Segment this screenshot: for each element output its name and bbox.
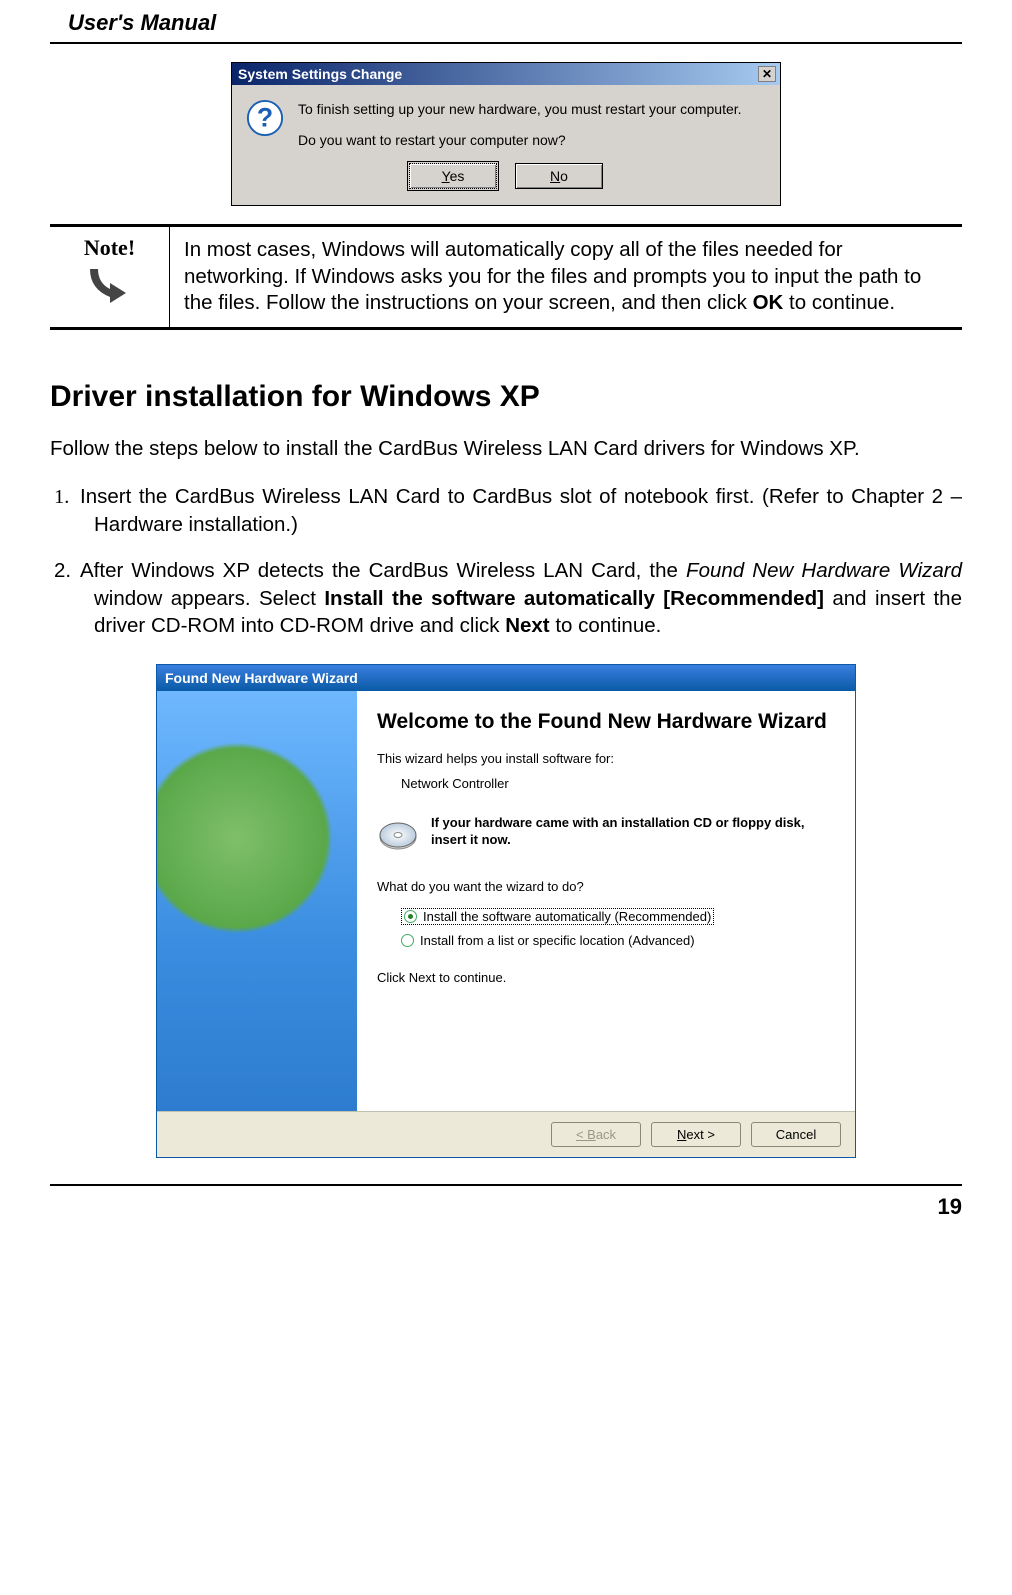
cancel-button[interactable]: Cancel (751, 1122, 841, 1147)
radio-icon (404, 910, 417, 923)
wizard-help-text: This wizard helps you install software f… (377, 751, 835, 766)
no-button-rest: o (560, 168, 568, 184)
close-icon: ✕ (762, 68, 772, 80)
radio-icon (401, 934, 414, 947)
radio-install-automatically[interactable]: Install the software automatically (Reco… (401, 908, 714, 925)
wizard-cd-text: If your hardware came with an installati… (431, 815, 835, 849)
no-button[interactable]: No (515, 163, 603, 189)
section-intro: Follow the steps below to install the Ca… (50, 436, 962, 463)
page-header-title: User's Manual (68, 10, 962, 36)
question-icon: ? (246, 99, 284, 137)
wizard-device-name: Network Controller (401, 776, 835, 791)
radio-install-from-list[interactable]: Install from a list or specific location… (401, 933, 835, 948)
header-rule (50, 42, 962, 44)
yes-button-rest: es (450, 168, 465, 184)
list-item: 1.Insert the CardBus Wireless LAN Card t… (94, 483, 962, 539)
note-text: In most cases, Windows will automaticall… (170, 227, 962, 327)
system-settings-change-dialog: System Settings Change ✕ ? To finish set… (231, 62, 781, 206)
yes-button[interactable]: Yes (409, 163, 497, 189)
dialog-titlebar: Found New Hardware Wizard (157, 665, 855, 691)
close-button[interactable]: ✕ (758, 66, 776, 82)
radio-label: Install from a list or specific location… (420, 933, 695, 948)
cd-icon (377, 815, 419, 857)
note-label: Note! (56, 235, 163, 261)
footer-rule (50, 1184, 962, 1186)
section-title: Driver installation for Windows XP (50, 380, 962, 414)
wizard-side-graphic (157, 691, 357, 1111)
found-new-hardware-wizard-dialog: Found New Hardware Wizard Welcome to the… (156, 664, 856, 1158)
back-button[interactable]: < Back (551, 1122, 641, 1147)
dialog-title: System Settings Change (238, 66, 402, 82)
page-number: 19 (50, 1194, 962, 1220)
wizard-prompt: What do you want the wizard to do? (377, 879, 835, 894)
wizard-continue-hint: Click Next to continue. (377, 970, 835, 985)
dialog-message-line2: Do you want to restart your computer now… (298, 130, 766, 151)
dialog-titlebar: System Settings Change ✕ (232, 63, 780, 85)
wizard-heading: Welcome to the Found New Hardware Wizard (377, 709, 835, 735)
svg-text:?: ? (257, 103, 273, 133)
dialog-message-line1: To finish setting up your new hardware, … (298, 99, 766, 120)
next-button[interactable]: Next > (651, 1122, 741, 1147)
steps-list: 1.Insert the CardBus Wireless LAN Card t… (50, 483, 962, 640)
list-item: 2.After Windows XP detects the CardBus W… (94, 557, 962, 640)
radio-label: Install the software automatically (Reco… (423, 909, 711, 924)
note-box: Note! In most cases, Windows will automa… (50, 224, 962, 330)
note-arrow-icon (82, 265, 138, 305)
